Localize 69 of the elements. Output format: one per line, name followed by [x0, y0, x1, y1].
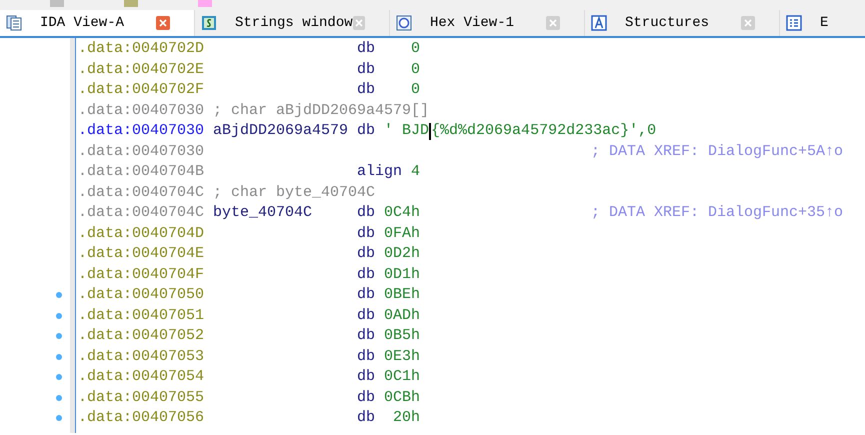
- operand: 0: [411, 80, 420, 100]
- mnemonic: db: [357, 306, 376, 326]
- address: .data:0040704B: [78, 162, 206, 182]
- label-name: byte_40704C: [213, 204, 312, 222]
- mnemonic: db: [357, 60, 376, 80]
- operand: ' BJD: [384, 121, 430, 142]
- address: .data:00407053: [78, 346, 206, 367]
- operand: 0: [411, 60, 420, 80]
- operand: 0ADh: [384, 306, 420, 326]
- operand: 0CBh: [384, 388, 420, 408]
- operand: 0C4h: [384, 203, 420, 224]
- address: .data:0040702D: [78, 39, 206, 60]
- mnemonic: db: [357, 224, 376, 244]
- mnemonic: db: [357, 367, 376, 388]
- close-icon[interactable]: [741, 16, 755, 30]
- mnemonic: db: [357, 346, 376, 367]
- squiggle-icon: [201, 15, 217, 31]
- list-icon: [786, 15, 802, 31]
- mnemonic: align: [357, 162, 402, 182]
- mnemonic: db: [357, 408, 376, 428]
- address: .data:00407055: [78, 388, 206, 408]
- comment: ; char aBjdDD2069a4579[]: [213, 100, 430, 121]
- address: .data:00407030: [78, 121, 206, 142]
- mnemonic: db: [357, 244, 376, 264]
- operand: 4: [411, 163, 420, 180]
- operand: 20h: [393, 408, 420, 428]
- mnemonic: db: [357, 203, 376, 224]
- mnemonic: db: [357, 39, 376, 60]
- address: .data:0040704D: [78, 224, 206, 244]
- mnemonic: db: [357, 388, 376, 408]
- address: .data:0040704C: [78, 203, 206, 224]
- operand: 0FAh: [384, 224, 420, 244]
- address: .data:0040704E: [78, 244, 206, 264]
- xref-comment: ; DATA XREF: DialogFunc+35↑o: [590, 203, 844, 224]
- address: .data:00407050: [78, 285, 206, 306]
- address: .data:0040704C: [78, 182, 206, 203]
- circle-icon: [396, 15, 412, 31]
- address: .data:00407030: [78, 100, 206, 121]
- operand: 0D2h: [384, 244, 420, 264]
- address: .data:00407056: [78, 408, 206, 428]
- address: .data:00407051: [78, 306, 206, 326]
- close-icon[interactable]: [352, 16, 365, 30]
- operand: 0B5h: [384, 326, 420, 346]
- label-name: aBjdDD2069a4579: [213, 122, 348, 140]
- mnemonic: db: [357, 285, 376, 306]
- document-icon: [6, 15, 22, 31]
- comment: ; char byte_40704C: [213, 182, 376, 203]
- operand: 0E3h: [384, 346, 420, 367]
- address: .data:00407030: [78, 142, 206, 162]
- address: .data:0040702F: [78, 80, 206, 100]
- xref-comment: ; DATA XREF: DialogFunc+5A↑o: [590, 142, 844, 162]
- address: .data:0040702E: [78, 60, 206, 80]
- close-icon[interactable]: [546, 16, 560, 30]
- text-cursor: [429, 122, 432, 140]
- mnemonic: db: [357, 264, 376, 285]
- tab[interactable]: IDA View-A: [0, 10, 195, 36]
- operand: 0: [411, 39, 420, 60]
- letter-a-icon: [591, 15, 607, 31]
- mnemonic: db: [357, 326, 376, 346]
- operand: 0D1h: [384, 264, 420, 285]
- mnemonic: db: [357, 80, 376, 100]
- address: .data:00407052: [78, 326, 206, 346]
- address: .data:0040704F: [78, 264, 206, 285]
- mnemonic: db: [357, 121, 376, 142]
- operand: 0BEh: [384, 285, 420, 306]
- operand: 0C1h: [384, 367, 420, 388]
- close-icon[interactable]: [156, 16, 170, 30]
- operand: {%d%d2069a45792d233ac}',0: [431, 121, 656, 142]
- address: .data:00407054: [78, 367, 206, 388]
